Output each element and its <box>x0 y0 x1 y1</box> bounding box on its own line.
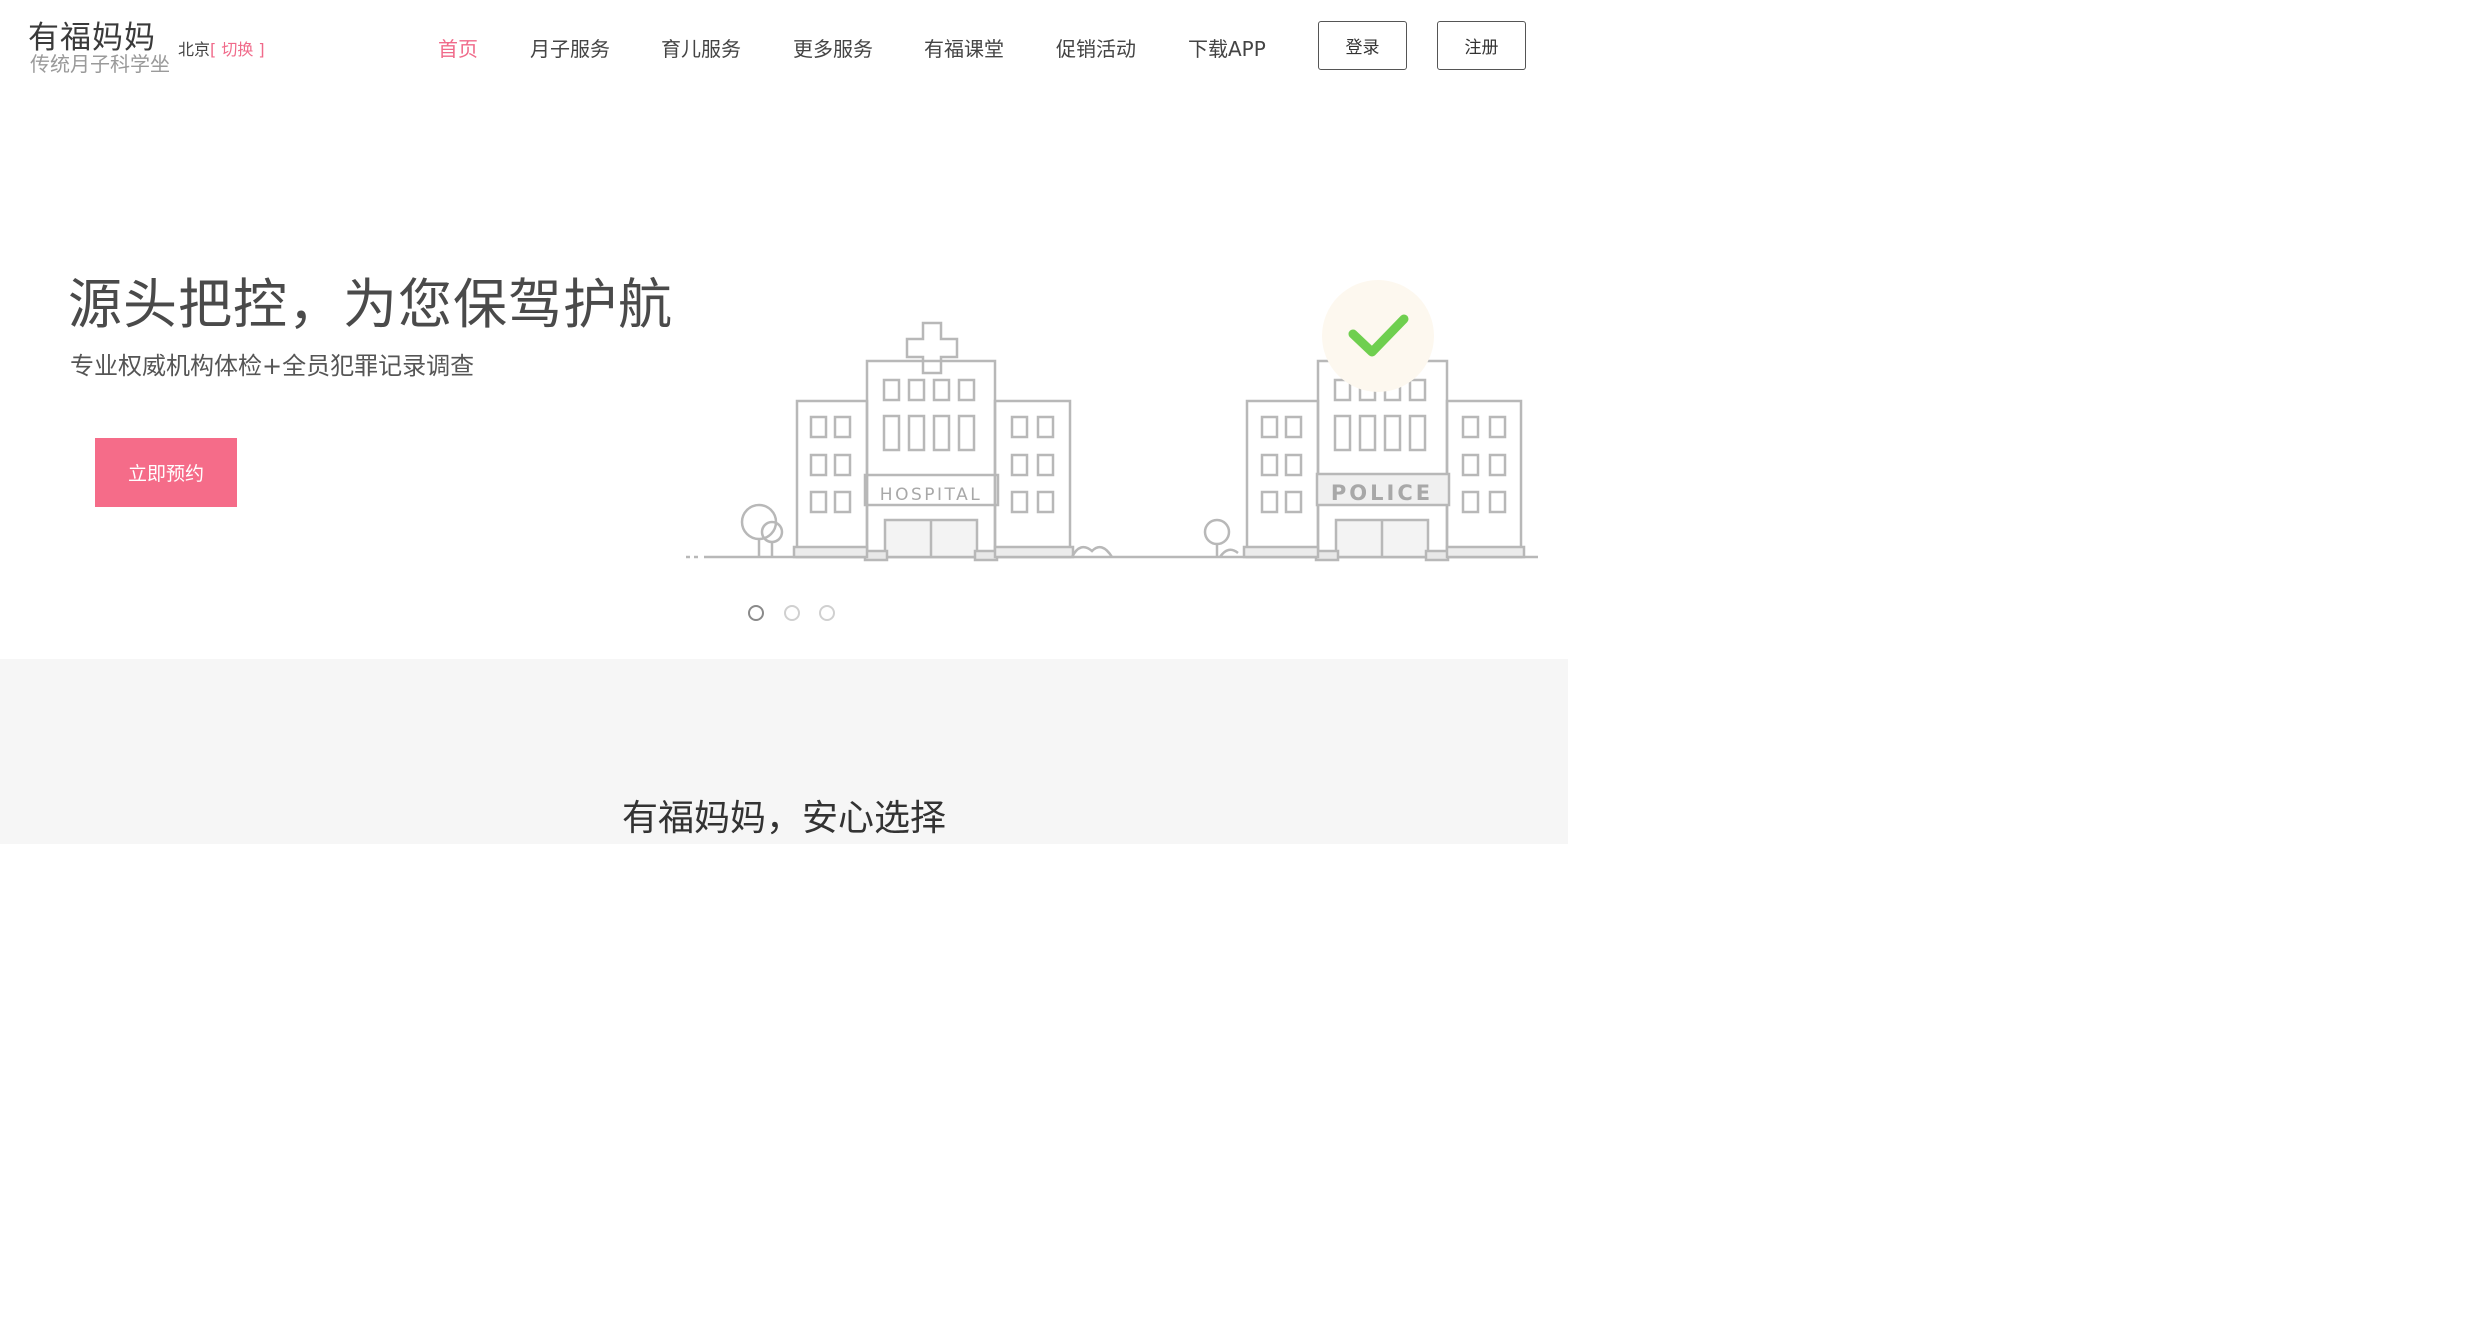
city-switch-link[interactable]: [ 切换 ] <box>210 40 265 59</box>
hero-title: 源头把控，为您保驾护航 <box>68 273 673 336</box>
logo-tagline: 传统月子科学坐 <box>30 52 170 76</box>
login-button[interactable]: 登录 <box>1318 21 1407 70</box>
trust-section: 有福妈妈，安心选择 <box>0 659 1568 844</box>
nav-item-more-services[interactable]: 更多服务 <box>793 33 873 62</box>
nav-item-promotions[interactable]: 促销活动 <box>1056 33 1136 62</box>
hospital-sign: HOSPITAL <box>880 485 982 505</box>
logo[interactable]: 有福妈妈 传统月子科学坐 <box>28 12 170 76</box>
hero-banner: 源头把控，为您保驾护航 专业权威机构体检+全员犯罪记录调查 立即预约 HOSPI… <box>0 92 1568 659</box>
register-button[interactable]: 注册 <box>1437 21 1526 70</box>
section-title: 有福妈妈，安心选择 <box>621 798 946 839</box>
carousel-dot[interactable] <box>748 605 764 621</box>
nav-item-childcare[interactable]: 育儿服务 <box>661 33 741 62</box>
nav-item-postpartum[interactable]: 月子服务 <box>530 33 610 62</box>
nav-item-classroom[interactable]: 有福课堂 <box>924 33 1004 62</box>
book-now-button[interactable]: 立即预约 <box>95 438 237 507</box>
nav-item-download-app[interactable]: 下载APP <box>1188 33 1266 62</box>
hospital-police-illustration: HOSPITAL POLICE <box>686 280 1538 562</box>
site-header: 有福妈妈 传统月子科学坐 北京[ 切换 ] 首页 月子服务 育儿服务 更多服务 … <box>0 0 1568 92</box>
police-sign: POLICE <box>1331 481 1433 505</box>
carousel-dot[interactable] <box>819 605 835 621</box>
city-selector: 北京[ 切换 ] <box>178 36 265 60</box>
hero-subtitle: 专业权威机构体检+全员犯罪记录调查 <box>70 352 475 380</box>
nav-item-home[interactable]: 首页 <box>438 33 478 62</box>
city-name: 北京 <box>178 40 211 59</box>
carousel-dot[interactable] <box>784 605 800 621</box>
